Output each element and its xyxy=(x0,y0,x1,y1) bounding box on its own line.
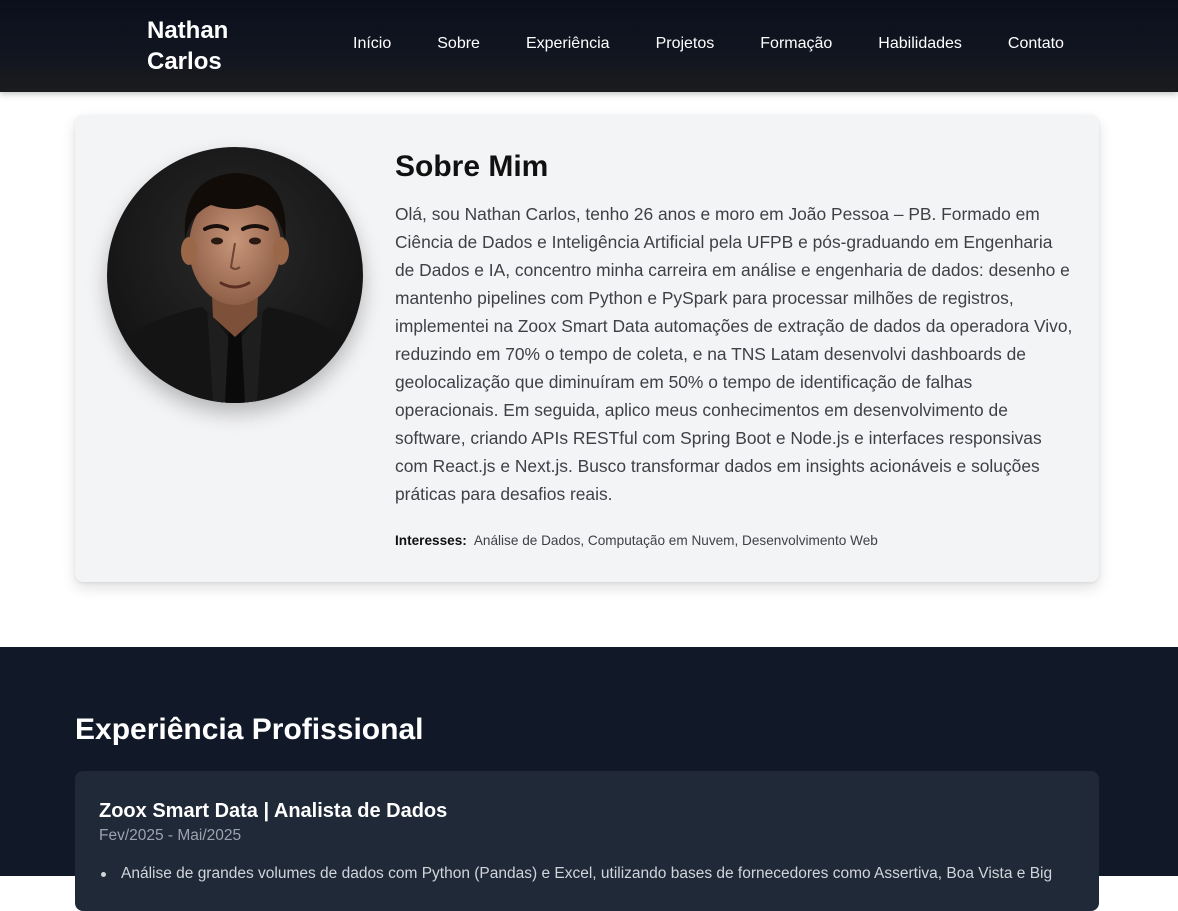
top-navbar: Nathan Carlos Início Sobre Experiência P… xyxy=(0,0,1178,92)
experience-role: Zoox Smart Data | Analista de Dados xyxy=(99,800,448,822)
nav-links: Início Sobre Experiência Projetos Formaç… xyxy=(330,33,1087,55)
interests-values: Análise de Dados, Computação em Nuvem, D… xyxy=(473,533,878,548)
nav-link-formacao[interactable]: Formação xyxy=(737,33,855,55)
experience-bullets: Análise de grandes volumes de dados com … xyxy=(99,863,1089,885)
avatar xyxy=(107,147,363,403)
nav-link-sobre[interactable]: Sobre xyxy=(414,33,503,55)
profile-photo xyxy=(107,147,363,403)
nav-link-experiencia[interactable]: Experiência xyxy=(503,33,633,55)
interests-label: Interesses: xyxy=(395,533,467,548)
nav-link-inicio[interactable]: Início xyxy=(330,33,414,55)
about-description: Olá, sou Nathan Carlos, tenho 26 anos e … xyxy=(395,204,1073,504)
nav-link-contato[interactable]: Contato xyxy=(985,33,1087,55)
experience-title: Experiência Profissional xyxy=(75,713,424,746)
about-card: Sobre Mim Olá, sou Nathan Carlos, tenho … xyxy=(75,115,1099,582)
brand-logo-text[interactable]: Nathan Carlos xyxy=(147,15,267,77)
nav-link-habilidades[interactable]: Habilidades xyxy=(855,33,985,55)
interests-row: Interesses: Análise de Dados, Computação… xyxy=(395,532,878,550)
about-title: Sobre Mim xyxy=(395,150,549,183)
experience-bullet: Análise de grandes volumes de dados com … xyxy=(99,863,1089,885)
experience-section: Experiência Profissional Zoox Smart Data… xyxy=(0,647,1178,911)
nav-link-projetos[interactable]: Projetos xyxy=(633,33,738,55)
experience-card: Zoox Smart Data | Analista de Dados Fev/… xyxy=(75,771,1099,911)
experience-period: Fev/2025 - Mai/2025 xyxy=(99,827,242,844)
